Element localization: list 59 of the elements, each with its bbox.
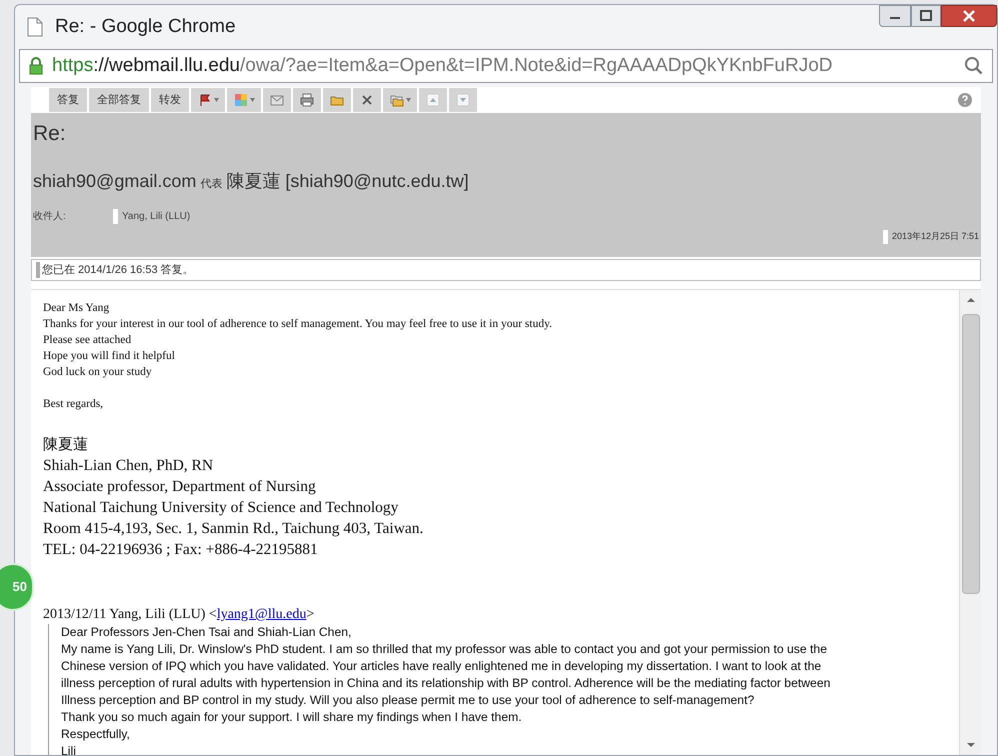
maximize-icon xyxy=(920,10,932,22)
count-badge: 50 xyxy=(0,563,34,611)
close-button[interactable] xyxy=(941,5,997,27)
color-squares-icon xyxy=(233,92,249,108)
body-text: Hope you will find it helpful xyxy=(43,349,176,364)
toolbar-button[interactable]: 答复 xyxy=(49,88,87,112)
sender-name: 陳夏蓮 [shiah90@nutc.edu.tw] xyxy=(226,170,469,193)
dropdown-arrow-icon xyxy=(250,98,255,102)
body-text: God luck on your study xyxy=(43,365,153,380)
signature-line: Associate professor, Department of Nursing xyxy=(43,477,317,497)
page-icon xyxy=(27,17,43,37)
help-icon[interactable] xyxy=(957,92,973,108)
on-behalf-label: 代表 xyxy=(200,177,222,192)
scrollbar-thumb[interactable] xyxy=(962,314,980,594)
address-bar[interactable]: https://webmail.llu.edu/owa/?ae=Item&a=Open&t=IPM.Note&id=RgAAAADpQkYKnbFuRJoD xyxy=(19,49,993,83)
closing-text: Best regards, xyxy=(43,397,104,412)
quoted-text: Chinese version of IPQ which you have validated. Your articles have really enlightened me in developing my dissertation. I want to look at the xyxy=(61,658,822,675)
signature-line: TEL: 04-22196936 ; Fax: +886-4-22195881 xyxy=(43,540,319,560)
toolbar-button[interactable] xyxy=(191,88,225,112)
body-text: Please see attached xyxy=(43,333,132,348)
quoted-text: illness perception of rural adults with hypertension in China and its relationship with BP control. Adherence will be the mediating factor between xyxy=(61,675,832,692)
sender-email: shiah90@gmail.com xyxy=(33,170,196,193)
email-link[interactable]: lyang1@llu.edu xyxy=(216,607,306,622)
toolbar-button[interactable] xyxy=(323,88,351,112)
toolbar-button[interactable] xyxy=(293,88,321,112)
body-text: Dear Ms Yang xyxy=(43,301,110,316)
dropdown-arrow-icon xyxy=(406,98,411,102)
maximize-button[interactable] xyxy=(911,5,941,27)
dropdown-arrow-icon xyxy=(214,98,219,102)
toolbar-button[interactable] xyxy=(353,88,381,112)
to-label: 收件人: xyxy=(33,210,67,224)
signature-line: National Taichung University of Science and Technology xyxy=(43,498,400,518)
toolbar-button[interactable]: 转发 xyxy=(151,88,189,112)
quoted-text: Lili xyxy=(61,743,77,755)
close-icon xyxy=(961,10,977,22)
quote-header: 2013/12/11 Yang, Lili (LLU) <lyang1@llu.edu> xyxy=(43,606,316,624)
window-title: Re: - Google Chrome xyxy=(55,14,236,39)
quoted-text: Respectfully, xyxy=(61,726,131,743)
search-icon xyxy=(964,56,984,76)
minimize-button[interactable] xyxy=(879,5,911,27)
recipient-name: Yang, Lili (LLU) xyxy=(113,209,190,224)
signature-line: Room 415-4,193, Sec. 1, Sanmin Rd., Taichung 403, Taiwan. xyxy=(43,519,424,539)
signature-name: 陳夏蓮 xyxy=(43,434,89,455)
quoted-text: Dear Professors Jen-Chen Tsai and Shiah-Lian Chen, xyxy=(61,624,352,641)
quoted-text: My name is Yang Lili, Dr. Winslow's PhD student. I am so thrilled that my professor was able to contact you and got your permission to use the xyxy=(61,641,828,658)
url-text: https://webmail.llu.edu/owa/?ae=Item&a=Open&t=IPM.Note&id=RgAAAADpQkYKnbFuRJoD xyxy=(52,54,834,78)
toolbar-button[interactable]: 全部答复 xyxy=(89,88,149,112)
printer-icon xyxy=(299,92,315,108)
body-text: Thanks for your interest in our tool of adherence to self management. You may feel free to use it in your study. xyxy=(43,317,553,332)
toolbar-button[interactable] xyxy=(263,88,291,112)
scrollbar[interactable] xyxy=(959,290,981,755)
quoted-text: Thank you so much again for your support. I will share my findings when I have them. xyxy=(61,709,523,726)
lock-icon xyxy=(28,56,44,76)
toolbar-button[interactable] xyxy=(383,88,417,112)
quoted-text: Illness perception and BP control in my study. Will you also please permit me to use your tool of adherence to self-management? xyxy=(61,692,756,709)
reply-notice: 您已在 2014/1/26 16:53 答复。 xyxy=(36,262,194,278)
message-date: 2013年12月25日 7:51 xyxy=(882,230,979,244)
signature-line: Shiah-Lian Chen, PhD, RN xyxy=(43,456,214,476)
message-subject: Re: xyxy=(33,123,67,144)
